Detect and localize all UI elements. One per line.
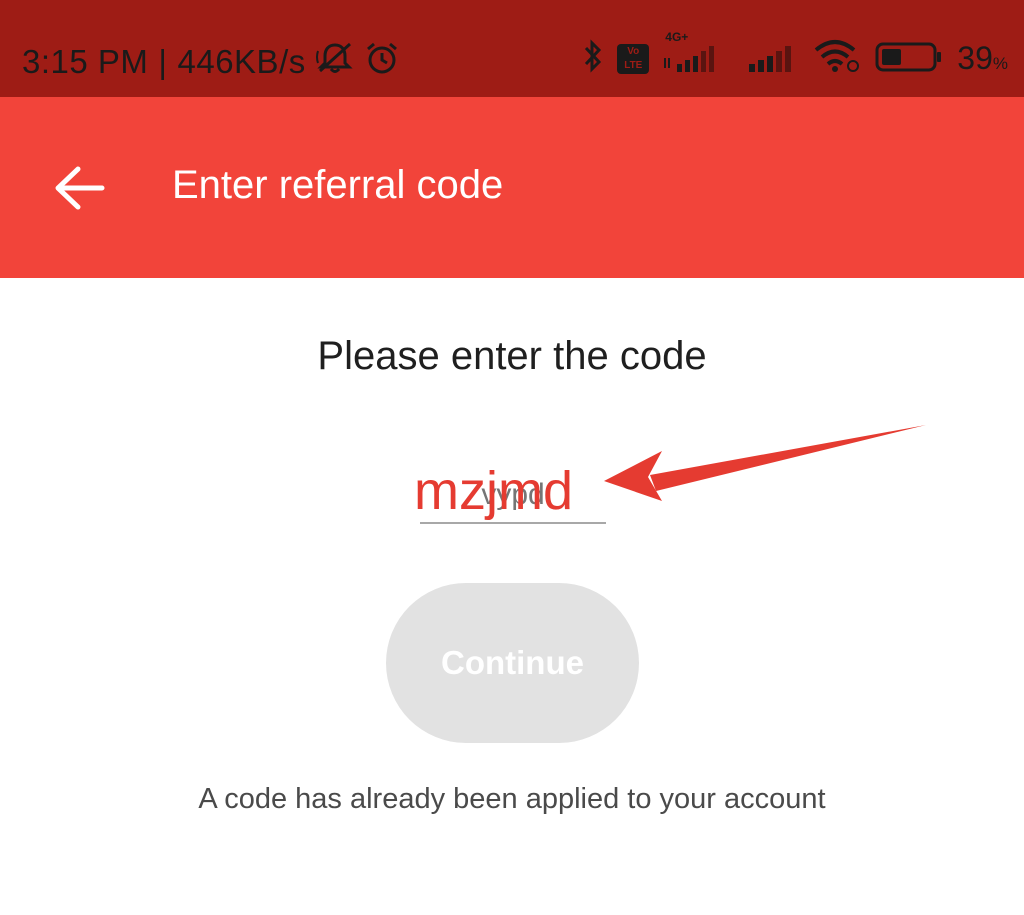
bluetooth-icon <box>583 38 603 79</box>
continue-button[interactable]: Continue <box>386 583 639 743</box>
status-right: Vo LTE 4G+ 39% <box>583 30 1008 79</box>
app-bar: Enter referral code <box>0 97 1024 278</box>
code-input-container <box>420 468 606 526</box>
volte-icon: Vo LTE <box>617 43 650 74</box>
battery-icon <box>875 38 943 79</box>
battery-percent: 39% <box>957 40 1008 76</box>
back-button[interactable] <box>46 159 114 217</box>
status-time: 3:15 PM <box>22 43 149 80</box>
wifi-icon <box>813 38 861 79</box>
referral-code-input[interactable] <box>420 468 606 524</box>
code-applied-message: A code has already been applied to your … <box>198 783 826 815</box>
mute-icon <box>315 41 354 83</box>
annotation-arrow-icon <box>604 425 926 501</box>
status-separator: | <box>158 43 168 80</box>
network-type: 4G+ <box>665 30 689 44</box>
signal-icon <box>747 38 799 79</box>
page-title: Enter referral code <box>172 163 504 207</box>
code-prompt-heading: Please enter the code <box>317 334 707 378</box>
alarm-icon <box>364 40 400 84</box>
signal-4g-icon: 4G+ <box>663 30 733 79</box>
status-left: 3:15 PM | 446KB/s <box>22 40 400 84</box>
status-bar: 3:15 PM | 446KB/s Vo LTE 4G+ 39% <box>0 0 1024 97</box>
back-arrow-icon <box>55 166 105 210</box>
network-speed: 446KB/s <box>177 43 306 80</box>
